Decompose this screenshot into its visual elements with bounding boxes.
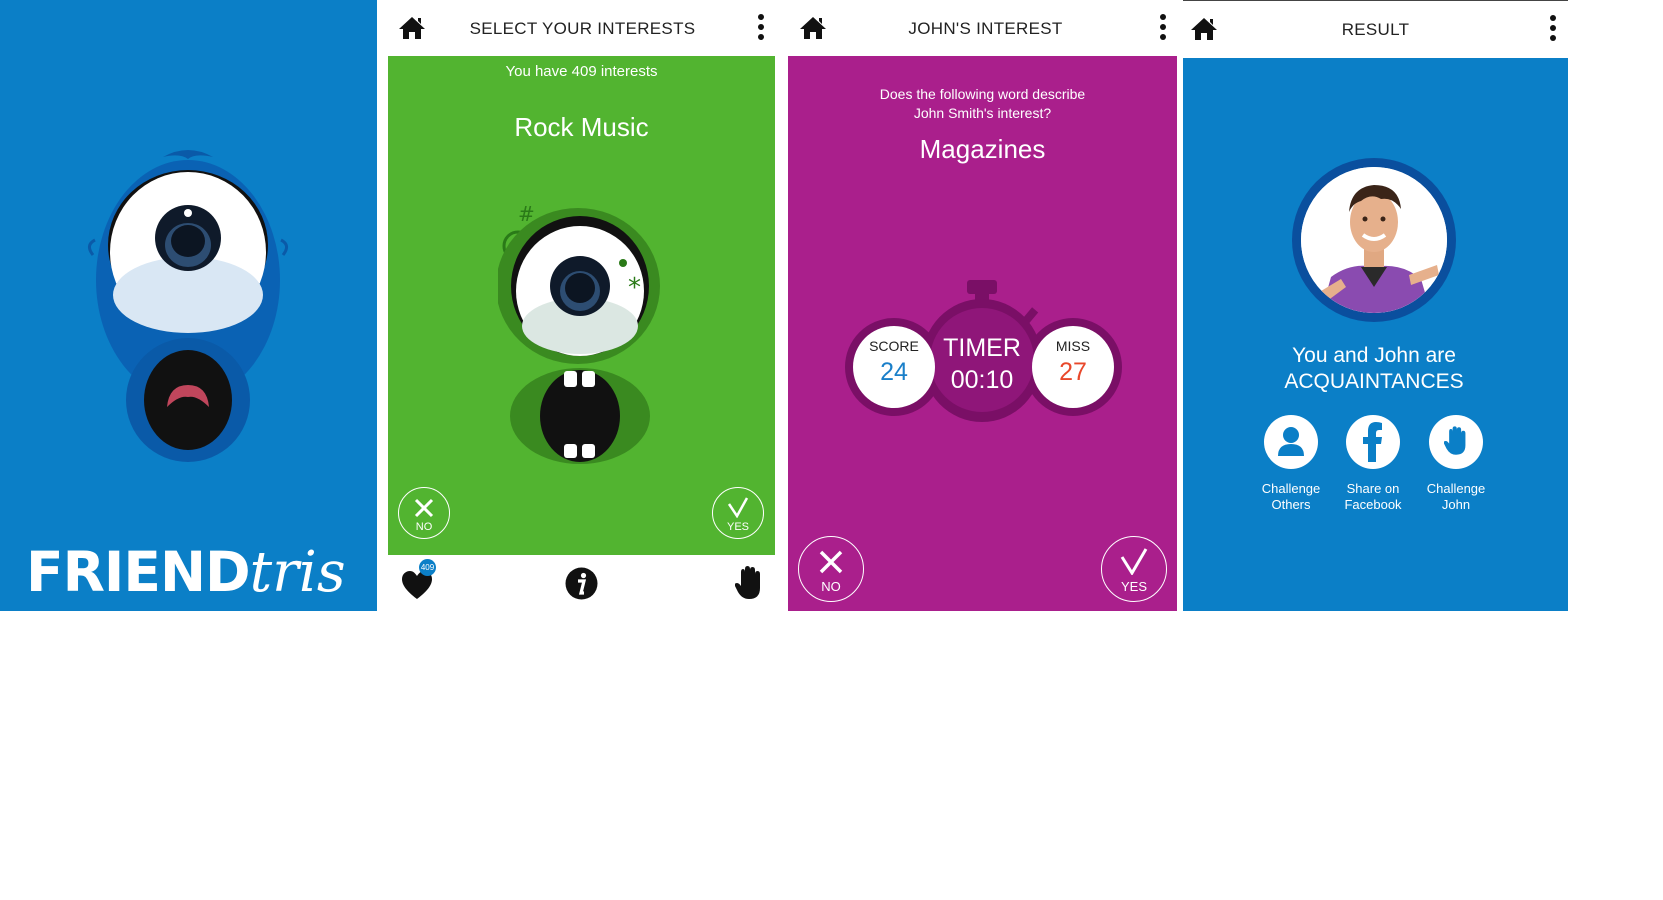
result-line-1: You and John are [1292, 344, 1456, 367]
guess-interest-screen: JOHN'S INTEREST Does the following word … [788, 0, 1183, 611]
friendtris-logo: FRIENDtris [26, 540, 346, 605]
yes-label: YES [1120, 579, 1147, 594]
challenge-others-label: Challenge Others [1261, 481, 1321, 512]
yes-button[interactable]: YES [1101, 536, 1167, 602]
challenge-john-button[interactable] [1429, 415, 1483, 469]
hand-icon[interactable] [735, 566, 763, 600]
screen-title: JOHN'S INTEREST [908, 19, 1063, 38]
challenge-others-button[interactable] [1264, 415, 1318, 469]
green-monster-illustration: # ! * [498, 202, 660, 464]
timer-value: 00:10 [950, 366, 1014, 394]
interest-name: Rock Music [514, 112, 649, 142]
no-label: NO [821, 579, 841, 594]
check-icon [727, 497, 749, 518]
share-facebook-label: Share on Facebook [1344, 481, 1402, 512]
result-screen: RESULT You and John are ACQUAINTANCES Ch… [1183, 0, 1568, 611]
no-button[interactable]: NO [398, 487, 450, 539]
avatar-photo [1301, 167, 1447, 313]
info-icon[interactable] [565, 567, 598, 600]
facebook-icon [1363, 422, 1382, 462]
more-vert-icon[interactable] [1159, 14, 1167, 42]
splash-screen: FRIENDtris [0, 0, 377, 611]
close-icon [414, 498, 434, 518]
favorites-badge: 409 [419, 559, 436, 576]
top-bar: SELECT YOUR INTERESTS [377, 0, 788, 56]
logo-script-text: tris [249, 540, 346, 605]
person-photo-illustration [1301, 167, 1447, 313]
miss-circle: MISS 27 [1032, 326, 1114, 408]
miss-value: 27 [1059, 358, 1087, 386]
select-interests-screen: SELECT YOUR INTERESTS You have 409 inter… [377, 0, 788, 611]
question-line-1: Does the following word describe [879, 86, 1086, 102]
score-label: SCORE [869, 338, 919, 354]
result-relationship: ACQUAINTANCES [1284, 370, 1464, 393]
yes-button[interactable]: YES [712, 487, 764, 539]
check-icon [1120, 548, 1148, 575]
interest-card: You have 409 interests Rock Music # ! * … [388, 56, 775, 555]
svg-text:*: * [628, 273, 641, 303]
question-card: Does the following word describe John Sm… [788, 56, 1177, 611]
more-vert-icon[interactable] [1549, 15, 1557, 43]
avatar [1292, 158, 1456, 322]
close-icon [819, 550, 843, 574]
interest-count: You have 409 interests [505, 63, 658, 80]
screen-title: SELECT YOUR INTERESTS [469, 19, 696, 38]
top-bar: JOHN'S INTEREST [788, 0, 1183, 56]
person-icon [1278, 427, 1304, 456]
challenge-john-label: Challenge John [1426, 481, 1486, 512]
yes-label: YES [726, 521, 749, 533]
share-facebook-button[interactable] [1346, 415, 1400, 469]
question-line-2: John Smith's interest? [913, 105, 1052, 121]
guess-word: Magazines [919, 134, 1046, 164]
timer-label: TIMER [943, 334, 1021, 362]
no-label: NO [415, 521, 433, 533]
score-circle: SCORE 24 [853, 326, 935, 408]
blue-monster-illustration [88, 150, 288, 462]
more-vert-icon[interactable] [757, 14, 765, 42]
screen-title: RESULT [1341, 20, 1410, 39]
favorites-button[interactable]: 409 [401, 559, 439, 602]
hand-icon [1444, 426, 1466, 455]
logo-bold-text: FRIEND [26, 540, 251, 604]
top-bar: RESULT [1183, 0, 1568, 58]
no-button[interactable]: NO [798, 536, 864, 602]
miss-label: MISS [1055, 338, 1091, 354]
score-value: 24 [880, 358, 908, 386]
